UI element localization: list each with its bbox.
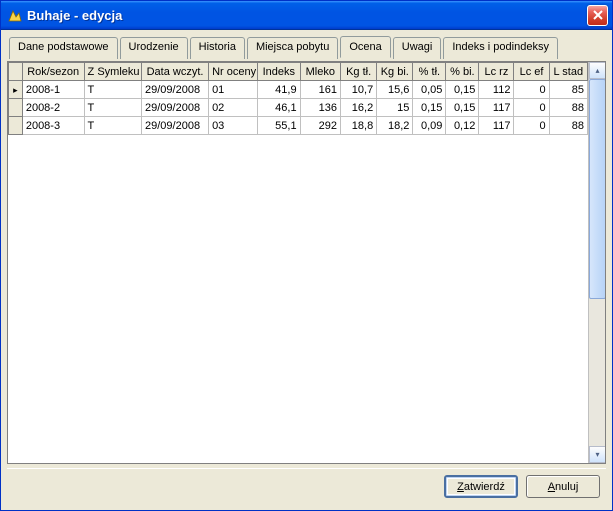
cell[interactable]: 2008-3 — [22, 117, 84, 135]
col-z-symleku[interactable]: Z Symleku — [84, 63, 141, 81]
cell[interactable]: 55,1 — [258, 117, 301, 135]
col-pct-bi[interactable]: % bi. — [446, 63, 479, 81]
cell[interactable]: 18,2 — [377, 117, 413, 135]
tab-strip: Dane podstawowe Urodzenie Historia Miejs… — [7, 36, 606, 58]
cell[interactable]: 0,12 — [446, 117, 479, 135]
cell[interactable]: 03 — [209, 117, 258, 135]
cell[interactable]: 15,6 — [377, 81, 413, 99]
col-indeks[interactable]: Indeks — [258, 63, 301, 81]
tab-ocena[interactable]: Ocena — [340, 36, 390, 58]
grid-header-row: Rok/sezon Z Symleku Data wczyt. Nr oceny… — [9, 63, 588, 81]
window-title: Buhaje - edycja — [27, 8, 587, 23]
cell[interactable]: 01 — [209, 81, 258, 99]
scroll-up-button[interactable]: ▴ — [589, 62, 606, 79]
table-row[interactable]: 2008-2 T 29/09/2008 02 46,1 136 16,2 15 … — [9, 99, 588, 117]
cell[interactable]: 85 — [549, 81, 587, 99]
cell[interactable]: 88 — [549, 117, 587, 135]
cell[interactable]: 161 — [300, 81, 340, 99]
col-nr-oceny[interactable]: Nr oceny — [209, 63, 258, 81]
row-indicator — [9, 99, 23, 117]
col-kg-bi[interactable]: Kg bi. — [377, 63, 413, 81]
cell[interactable]: 0 — [514, 81, 549, 99]
button-bar: Zatwierdź Anuluj — [7, 468, 606, 504]
table-row[interactable]: 2008-1 T 29/09/2008 01 41,9 161 10,7 15,… — [9, 81, 588, 99]
data-grid[interactable]: Rok/sezon Z Symleku Data wczyt. Nr oceny… — [7, 61, 606, 464]
cell[interactable]: 16,2 — [341, 99, 377, 117]
cell[interactable]: 117 — [479, 99, 514, 117]
col-pct-tl[interactable]: % tł. — [413, 63, 446, 81]
scroll-down-button[interactable]: ▾ — [589, 446, 606, 463]
col-l-stad[interactable]: L stad — [549, 63, 587, 81]
cell[interactable]: 46,1 — [258, 99, 301, 117]
grid-indicator-header — [9, 63, 23, 81]
cell[interactable]: 2008-1 — [22, 81, 84, 99]
row-indicator — [9, 81, 23, 99]
cell[interactable]: 15 — [377, 99, 413, 117]
window-frame: Buhaje - edycja Dane podstawowe Urodzeni… — [0, 0, 613, 511]
col-mleko[interactable]: Mleko — [300, 63, 340, 81]
client-area: Dane podstawowe Urodzenie Historia Miejs… — [1, 30, 612, 510]
cell[interactable]: 29/09/2008 — [142, 81, 209, 99]
close-button[interactable] — [587, 5, 608, 26]
tab-uwagi[interactable]: Uwagi — [393, 37, 442, 59]
vertical-scrollbar[interactable]: ▴ ▾ — [588, 62, 605, 463]
cell[interactable]: 0,15 — [446, 99, 479, 117]
cell[interactable]: 292 — [300, 117, 340, 135]
col-data-wczyt[interactable]: Data wczyt. — [142, 63, 209, 81]
cell[interactable]: T — [84, 81, 141, 99]
col-rok-sezon[interactable]: Rok/sezon — [22, 63, 84, 81]
tab-panel-ocena: Rok/sezon Z Symleku Data wczyt. Nr oceny… — [7, 57, 606, 468]
cell[interactable]: 0,09 — [413, 117, 446, 135]
cell[interactable]: 0 — [514, 99, 549, 117]
app-icon — [7, 7, 23, 23]
table-row[interactable]: 2008-3 T 29/09/2008 03 55,1 292 18,8 18,… — [9, 117, 588, 135]
row-indicator — [9, 117, 23, 135]
cell[interactable]: 117 — [479, 117, 514, 135]
cell[interactable]: 18,8 — [341, 117, 377, 135]
cell[interactable]: 0,15 — [446, 81, 479, 99]
cell[interactable]: 136 — [300, 99, 340, 117]
cell[interactable]: T — [84, 99, 141, 117]
confirm-button[interactable]: Zatwierdź — [444, 475, 518, 498]
cell[interactable]: 41,9 — [258, 81, 301, 99]
col-lc-rz[interactable]: Lc rz — [479, 63, 514, 81]
tab-urodzenie[interactable]: Urodzenie — [120, 37, 188, 59]
cell[interactable]: T — [84, 117, 141, 135]
tab-indeks-podindeksy[interactable]: Indeks i podindeksy — [443, 37, 558, 59]
cell[interactable]: 29/09/2008 — [142, 117, 209, 135]
tab-dane-podstawowe[interactable]: Dane podstawowe — [9, 37, 118, 59]
cell[interactable]: 0,05 — [413, 81, 446, 99]
tab-miejsca-pobytu[interactable]: Miejsca pobytu — [247, 37, 338, 59]
title-bar[interactable]: Buhaje - edycja — [1, 1, 612, 30]
col-kg-tl[interactable]: Kg tł. — [341, 63, 377, 81]
cell[interactable]: 0,15 — [413, 99, 446, 117]
cell[interactable]: 29/09/2008 — [142, 99, 209, 117]
tab-historia[interactable]: Historia — [190, 37, 245, 59]
cancel-button[interactable]: Anuluj — [526, 475, 600, 498]
cell[interactable]: 0 — [514, 117, 549, 135]
col-lc-ef[interactable]: Lc ef — [514, 63, 549, 81]
cell[interactable]: 88 — [549, 99, 587, 117]
scroll-thumb[interactable] — [589, 79, 606, 299]
cell[interactable]: 2008-2 — [22, 99, 84, 117]
cell[interactable]: 02 — [209, 99, 258, 117]
cell[interactable]: 112 — [479, 81, 514, 99]
cell[interactable]: 10,7 — [341, 81, 377, 99]
